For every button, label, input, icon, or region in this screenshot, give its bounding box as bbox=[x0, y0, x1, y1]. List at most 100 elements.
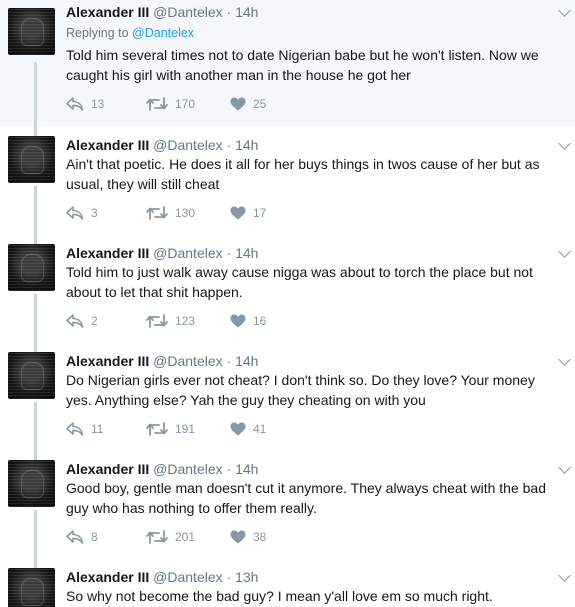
tweet-thread: Alexander III @Dantelex · 14h Replying t… bbox=[0, 0, 575, 607]
display-name[interactable]: Alexander III bbox=[66, 353, 149, 369]
reply-count: 11 bbox=[91, 422, 104, 436]
avatar[interactable] bbox=[8, 244, 55, 291]
like-button[interactable]: 16 bbox=[230, 314, 266, 328]
reply-icon bbox=[66, 422, 84, 436]
tweet[interactable]: Alexander III @Dantelex · 14h Good boy, … bbox=[0, 450, 575, 558]
heart-icon bbox=[230, 314, 246, 328]
retweet-button[interactable]: 170 bbox=[146, 97, 195, 111]
tweet-text: So why not become the bad guy? I mean y'… bbox=[66, 588, 493, 604]
retweet-button[interactable]: 123 bbox=[146, 314, 195, 328]
username[interactable]: @Dantelex bbox=[153, 245, 222, 261]
display-name[interactable]: Alexander III bbox=[66, 137, 149, 153]
tweet[interactable]: Alexander III @Dantelex · 13h So why not… bbox=[0, 558, 575, 607]
username[interactable]: @Dantelex bbox=[153, 569, 222, 585]
chevron-down-icon[interactable] bbox=[558, 4, 571, 17]
tweet-text: Ain't that poetic. He does it all for he… bbox=[66, 156, 540, 192]
timestamp[interactable]: 14h bbox=[235, 353, 258, 369]
username[interactable]: @Dantelex bbox=[153, 353, 222, 369]
tweet-header: Alexander III @Dantelex · 14h bbox=[66, 244, 258, 262]
like-count: 17 bbox=[253, 206, 267, 220]
tweet-header: Alexander III @Dantelex · 14h bbox=[66, 352, 258, 370]
display-name[interactable]: Alexander III bbox=[66, 245, 149, 261]
retweet-icon bbox=[146, 97, 168, 111]
heart-icon bbox=[230, 422, 246, 436]
tweet-text: Good boy, gentle man doesn't cut it anym… bbox=[66, 480, 546, 516]
chevron-down-icon[interactable] bbox=[558, 245, 571, 258]
chevron-down-icon[interactable] bbox=[558, 353, 571, 366]
retweet-count: 123 bbox=[175, 314, 196, 328]
replying-to-link[interactable]: @Dantelex bbox=[132, 26, 194, 40]
avatar[interactable] bbox=[8, 568, 55, 607]
separator-dot: · bbox=[226, 137, 232, 153]
thread-line bbox=[34, 558, 37, 568]
timestamp[interactable]: 14h bbox=[235, 245, 258, 261]
replying-to: Replying to @Dantelex bbox=[66, 25, 194, 41]
tweet-header: Alexander III @Dantelex · 14h bbox=[66, 3, 258, 21]
reply-button[interactable]: 13 bbox=[66, 97, 104, 111]
separator-dot: · bbox=[226, 245, 232, 261]
retweet-button[interactable]: 130 bbox=[146, 206, 195, 220]
replying-to-label: Replying to bbox=[66, 26, 129, 40]
reply-button[interactable]: 8 bbox=[66, 530, 98, 544]
chevron-down-icon[interactable] bbox=[558, 137, 571, 150]
avatar[interactable] bbox=[8, 352, 55, 399]
thread-line bbox=[34, 450, 37, 460]
retweet-count: 130 bbox=[175, 206, 196, 220]
chevron-down-icon[interactable] bbox=[558, 461, 571, 474]
tweet[interactable]: Alexander III @Dantelex · 14h Told him t… bbox=[0, 234, 575, 342]
reply-count: 2 bbox=[91, 314, 98, 328]
display-name[interactable]: Alexander III bbox=[66, 569, 149, 585]
display-name[interactable]: Alexander III bbox=[66, 4, 149, 20]
retweet-icon bbox=[146, 206, 168, 220]
tweet-header: Alexander III @Dantelex · 14h bbox=[66, 460, 258, 478]
timestamp[interactable]: 14h bbox=[235, 137, 258, 153]
tweet-text: Told him to just walk away cause nigga w… bbox=[66, 264, 533, 300]
username[interactable]: @Dantelex bbox=[153, 461, 222, 477]
like-button[interactable]: 17 bbox=[230, 206, 266, 220]
tweet-text: Do Nigerian girls ever not cheat? I don'… bbox=[66, 372, 535, 408]
timestamp[interactable]: 14h bbox=[235, 4, 258, 20]
username[interactable]: @Dantelex bbox=[153, 137, 222, 153]
reply-button[interactable]: 11 bbox=[66, 422, 103, 436]
timestamp[interactable]: 14h bbox=[235, 461, 258, 477]
thread-line bbox=[34, 510, 37, 558]
like-button[interactable]: 25 bbox=[230, 97, 266, 111]
thread-line bbox=[34, 186, 37, 234]
separator-dot: · bbox=[226, 569, 232, 585]
tweet-header: Alexander III @Dantelex · 13h bbox=[66, 568, 258, 586]
like-count: 38 bbox=[253, 530, 267, 544]
tweet-text: Told him several times not to date Niger… bbox=[66, 47, 539, 83]
reply-button[interactable]: 3 bbox=[66, 206, 98, 220]
tweet[interactable]: Alexander III @Dantelex · 14h Do Nigeria… bbox=[0, 342, 575, 450]
retweet-icon bbox=[146, 314, 168, 328]
reply-count: 8 bbox=[91, 530, 98, 544]
like-button[interactable]: 41 bbox=[230, 422, 266, 436]
separator-dot: · bbox=[226, 4, 232, 20]
reply-icon bbox=[66, 530, 84, 544]
reply-icon bbox=[66, 314, 84, 328]
tweet[interactable]: Alexander III @Dantelex · 14h Ain't that… bbox=[0, 126, 575, 234]
display-name[interactable]: Alexander III bbox=[66, 461, 149, 477]
chevron-down-icon[interactable] bbox=[558, 569, 571, 582]
heart-icon bbox=[230, 97, 246, 111]
avatar[interactable] bbox=[8, 136, 55, 183]
separator-dot: · bbox=[226, 461, 232, 477]
retweet-button[interactable]: 191 bbox=[146, 422, 195, 436]
heart-icon bbox=[230, 530, 246, 544]
thread-line bbox=[34, 126, 37, 136]
retweet-icon bbox=[146, 422, 168, 436]
thread-line bbox=[34, 62, 37, 126]
avatar[interactable] bbox=[8, 8, 55, 55]
tweet[interactable]: Alexander III @Dantelex · 14h Replying t… bbox=[0, 0, 575, 126]
timestamp[interactable]: 13h bbox=[235, 569, 258, 585]
retweet-icon bbox=[146, 530, 168, 544]
thread-line bbox=[34, 402, 37, 450]
like-button[interactable]: 38 bbox=[230, 530, 266, 544]
avatar[interactable] bbox=[8, 460, 55, 507]
retweet-button[interactable]: 201 bbox=[146, 530, 195, 544]
username[interactable]: @Dantelex bbox=[153, 4, 222, 20]
reply-count: 3 bbox=[91, 206, 98, 220]
thread-line bbox=[34, 234, 37, 244]
reply-button[interactable]: 2 bbox=[66, 314, 98, 328]
heart-icon bbox=[230, 206, 246, 220]
